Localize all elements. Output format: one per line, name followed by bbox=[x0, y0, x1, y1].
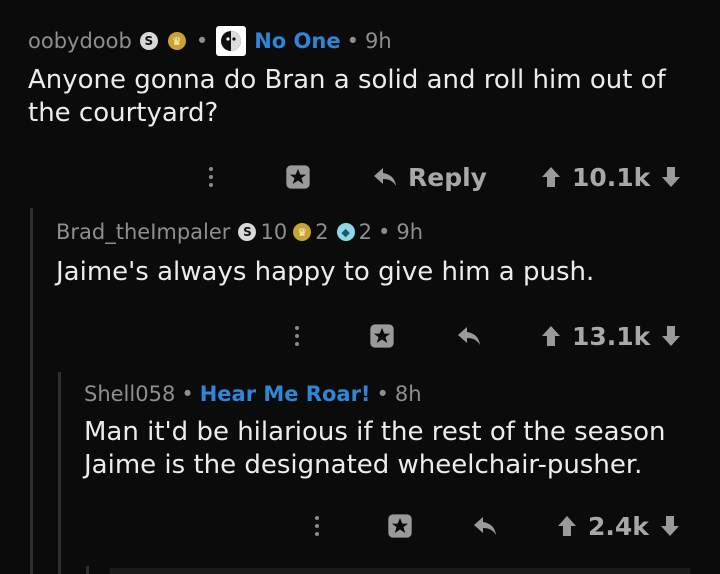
downvote-icon[interactable] bbox=[659, 514, 681, 538]
score: 13.1k bbox=[572, 321, 651, 351]
award-button[interactable] bbox=[368, 316, 396, 356]
more-icon bbox=[314, 516, 320, 536]
comment-body: Man it'd be hilarious if the rest of the… bbox=[84, 416, 714, 482]
reply-icon bbox=[458, 327, 480, 345]
timestamp: 8h bbox=[394, 382, 422, 406]
gold-award-icon: ♛ bbox=[293, 223, 312, 241]
score: 2.4k bbox=[588, 511, 649, 541]
flair-avatar-icon bbox=[216, 26, 247, 56]
username[interactable]: Shell058 bbox=[84, 382, 175, 406]
reply-button[interactable] bbox=[472, 506, 498, 546]
more-options-button[interactable] bbox=[208, 157, 214, 197]
comment-oobydoob: oobydoob S ♛ • No One • 9h Anyone gonna … bbox=[0, 0, 720, 200]
gold-award-icon: ♛ bbox=[167, 32, 186, 50]
reply-icon bbox=[374, 168, 396, 186]
upvote-icon[interactable] bbox=[540, 324, 562, 348]
comment-actions: Reply 10.1k bbox=[0, 157, 720, 197]
reply-button[interactable]: Reply bbox=[372, 157, 487, 197]
award-icon bbox=[286, 165, 310, 189]
award-button[interactable] bbox=[386, 506, 414, 546]
platinum-award-icon: ◆ bbox=[336, 223, 355, 241]
downvote-icon[interactable] bbox=[660, 165, 682, 189]
timestamp: 9h bbox=[364, 29, 392, 53]
comment-body-line: Man it'd be hilarious if the rest of the… bbox=[84, 417, 666, 447]
award-button[interactable] bbox=[284, 157, 312, 197]
username[interactable]: oobydoob bbox=[28, 29, 132, 53]
upvote-icon[interactable] bbox=[540, 165, 562, 189]
user-flair: No One bbox=[254, 29, 341, 53]
comment-meta: Shell058 • Hear Me Roar! • 8h bbox=[84, 382, 422, 406]
comment-meta: Brad_theImpaler S 10 ♛ 2 ◆ 2 • 9h bbox=[56, 220, 423, 244]
gold-award-count: 2 bbox=[315, 220, 329, 244]
silver-award-icon: S bbox=[139, 32, 158, 50]
comment-body-line: Jaime is the designated wheelchair-pushe… bbox=[84, 450, 643, 480]
comment-actions: 2.4k bbox=[0, 506, 720, 546]
award-icon bbox=[370, 324, 394, 348]
platinum-award-count: 2 bbox=[358, 220, 372, 244]
more-icon bbox=[208, 167, 214, 187]
comment-meta: oobydoob S ♛ • No One • 9h bbox=[28, 26, 392, 56]
more-icon bbox=[294, 326, 300, 346]
award-icon bbox=[388, 514, 412, 538]
more-options-button[interactable] bbox=[314, 506, 320, 546]
comment-shell058: Shell058 • Hear Me Roar! • 8h Man it'd b… bbox=[0, 372, 720, 574]
silver-award-icon: S bbox=[238, 223, 257, 241]
downvote-icon[interactable] bbox=[660, 324, 682, 348]
reply-icon bbox=[474, 517, 496, 535]
comment-brad-theimpaler: Brad_theImpaler S 10 ♛ 2 ◆ 2 • 9h Jaime'… bbox=[0, 208, 720, 378]
score: 10.1k bbox=[572, 162, 651, 192]
vote-controls: 2.4k bbox=[556, 506, 681, 546]
comment-actions: 13.1k bbox=[0, 316, 720, 356]
thread-line[interactable] bbox=[86, 566, 89, 574]
comment-body: Jaime's always happy to give him a push. bbox=[56, 257, 595, 287]
silver-award-count: 10 bbox=[260, 220, 288, 244]
reply-label: Reply bbox=[408, 162, 487, 192]
username[interactable]: Brad_theImpaler bbox=[56, 220, 230, 244]
more-options-button[interactable] bbox=[294, 316, 300, 356]
vote-controls: 13.1k bbox=[540, 316, 682, 356]
timestamp: 9h bbox=[396, 220, 423, 244]
upvote-icon[interactable] bbox=[556, 514, 578, 538]
next-comment-divider bbox=[110, 568, 690, 574]
comment-body: Anyone gonna do Bran a solid and roll hi… bbox=[28, 65, 666, 128]
reply-button[interactable] bbox=[456, 316, 482, 356]
vote-controls: 10.1k bbox=[540, 157, 682, 197]
user-flair: Hear Me Roar! bbox=[199, 382, 371, 406]
